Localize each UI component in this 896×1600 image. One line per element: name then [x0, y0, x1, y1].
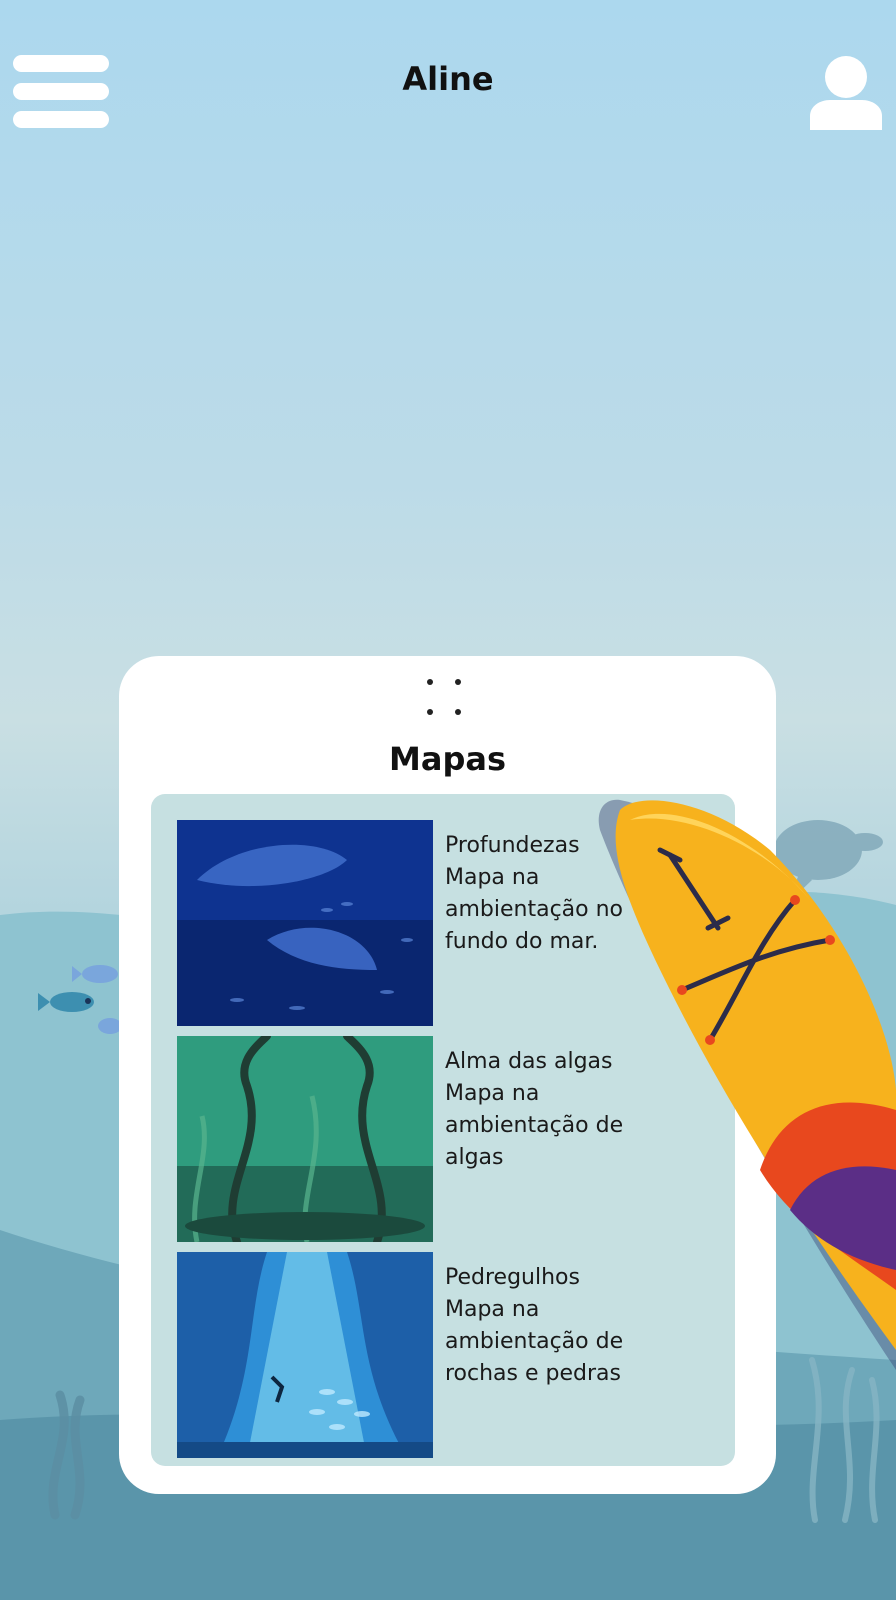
map-thumbnail-kelp [177, 1036, 433, 1242]
maps-title: Mapas [389, 740, 506, 778]
map-description: Profundezas Mapa na ambientação no fundo… [445, 830, 715, 958]
map-thumbnail-cave [177, 1252, 433, 1458]
map-thumbnail-deep-sea [177, 820, 433, 1026]
top-bar: Aline [0, 0, 896, 140]
map-description: Alma das algas Mapa na ambientação de al… [445, 1046, 715, 1174]
map-name: Profundezas [445, 833, 580, 858]
map-description: Pedregulhos Mapa na ambientação de rocha… [445, 1262, 715, 1390]
user-profile-icon [810, 56, 882, 130]
map-item-pedregulhos[interactable]: Pedregulhos Mapa na ambientação de rocha… [177, 1252, 717, 1458]
page-title: Aline [402, 60, 494, 98]
map-item-profundezas[interactable]: Profundezas Mapa na ambientação no fundo… [177, 820, 717, 1026]
maps-list: Profundezas Mapa na ambientação no fundo… [151, 794, 735, 1466]
profile-button[interactable] [808, 54, 884, 130]
drag-handle[interactable] [424, 676, 464, 716]
map-name: Pedregulhos [445, 1265, 580, 1290]
drag-handle-icon [427, 679, 461, 715]
maps-card: Mapas Profundezas Mapa na ambientação no… [119, 656, 776, 1494]
map-name: Alma das algas [445, 1049, 613, 1074]
map-item-alma-das-algas[interactable]: Alma das algas Mapa na ambientação de al… [177, 1036, 717, 1242]
